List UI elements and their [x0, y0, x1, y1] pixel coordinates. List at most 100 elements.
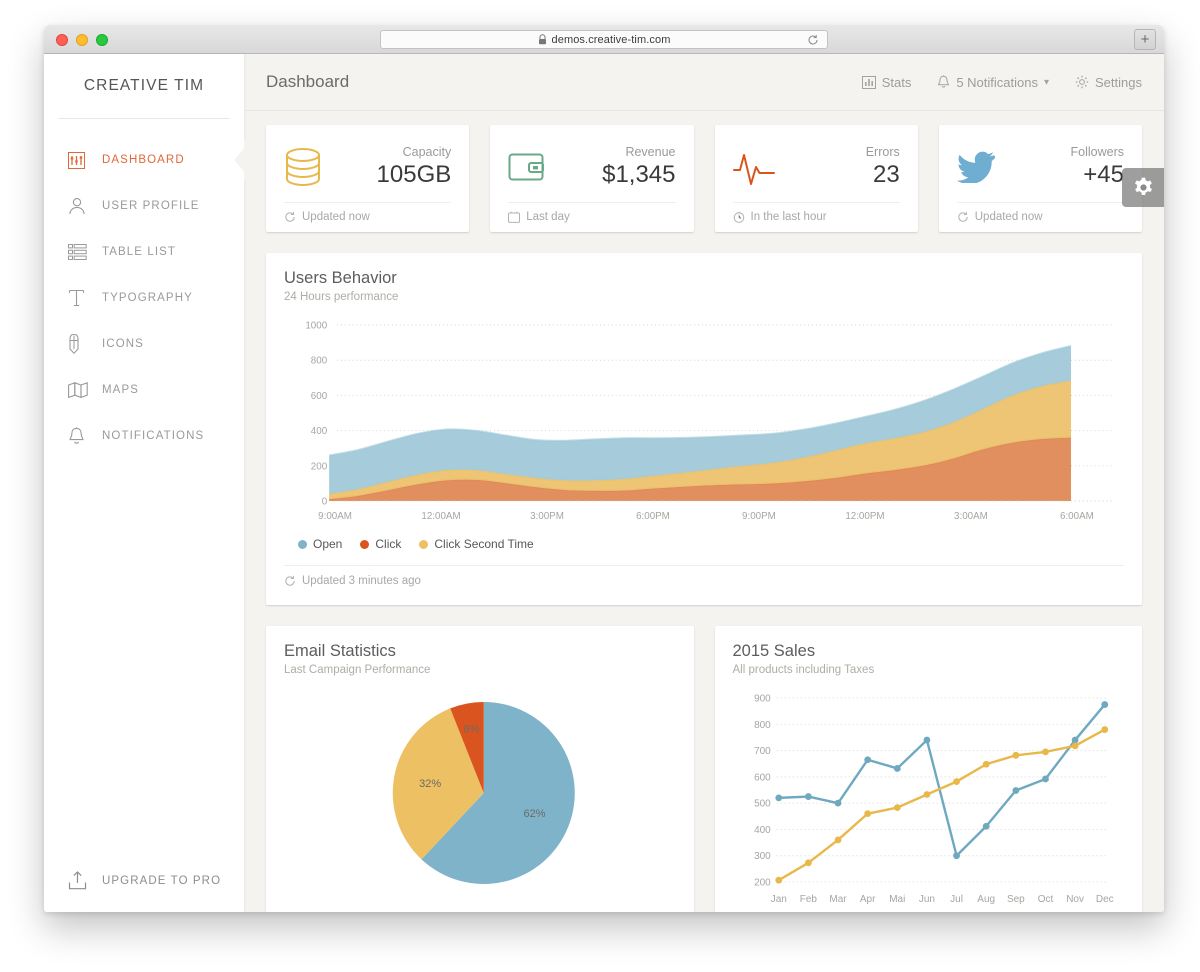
- stat-card-text: Revenue $1,345: [602, 145, 675, 190]
- legend-dot: [360, 539, 370, 549]
- stat-card-label: Errors: [865, 144, 900, 159]
- address-bar[interactable]: demos.creative-tim.com: [380, 30, 828, 49]
- stat-card-footer-text: Last day: [526, 211, 570, 223]
- sidebar: CREATIVE TIM DASHBOARD USER PROFILE TABL…: [44, 54, 256, 912]
- svg-text:Mai: Mai: [889, 894, 905, 905]
- svg-text:Dec: Dec: [1095, 894, 1113, 905]
- sidebar-item-user-profile[interactable]: USER PROFILE: [44, 183, 244, 229]
- stat-card-text: Capacity 105GB: [377, 145, 452, 190]
- stat-card-value: 23: [873, 160, 900, 188]
- upload-icon: [68, 871, 94, 890]
- sidebar-item-label: NOTIFICATIONS: [102, 430, 205, 442]
- svg-text:0: 0: [322, 496, 328, 507]
- stat-card-errors[interactable]: Errors 23 In the last hour: [714, 125, 918, 232]
- svg-text:Apr: Apr: [859, 894, 875, 905]
- sidebar-item-dashboard[interactable]: DASHBOARD: [44, 137, 256, 183]
- card-title: 2015 Sales: [732, 642, 816, 660]
- legend-item-click[interactable]: Click: [360, 537, 401, 551]
- stats-icon: [861, 75, 876, 89]
- svg-text:6:00AM: 6:00AM: [1060, 511, 1094, 522]
- sidebar-item-label: ICONS: [102, 338, 144, 350]
- dashboard-icon: [68, 151, 94, 169]
- line-chart-svg[interactable]: 200 300 400 500 600 700 800 900 Jan Feb Mar Apr Mai J…: [733, 676, 1125, 912]
- sidebar-item-maps[interactable]: MAPS: [44, 367, 244, 413]
- bottom-card-row: Email Statistics Last Campaign Performan…: [266, 626, 1142, 912]
- svg-text:12:00AM: 12:00AM: [421, 511, 460, 522]
- legend-item-open[interactable]: Open: [298, 537, 342, 551]
- svg-text:6:00PM: 6:00PM: [636, 511, 670, 522]
- svg-text:Aug: Aug: [977, 894, 995, 905]
- svg-text:700: 700: [754, 746, 771, 757]
- topnav-link-label: Stats: [881, 74, 912, 90]
- settings-gear-tab[interactable]: [1122, 168, 1164, 207]
- topnav-links: Stats 5 Notifications ▾ Settings: [861, 74, 1142, 90]
- topnav-stats-link[interactable]: Stats: [861, 74, 912, 90]
- sidebar-item-table-list[interactable]: TABLE LIST: [44, 229, 244, 275]
- new-tab-button[interactable]: +: [1134, 29, 1156, 50]
- stat-card-followers[interactable]: Followers +45 Updated now: [938, 125, 1142, 232]
- svg-text:200: 200: [311, 461, 328, 472]
- svg-text:300: 300: [754, 851, 771, 862]
- minimize-window-button[interactable]: [76, 34, 88, 46]
- typography-icon: [68, 289, 94, 307]
- user-icon: [68, 197, 94, 215]
- svg-text:Mar: Mar: [829, 894, 847, 905]
- stat-card-revenue[interactable]: Revenue $1,345 Last day: [490, 125, 694, 232]
- svg-text:600: 600: [311, 391, 328, 402]
- stat-card-label: Capacity: [402, 144, 452, 159]
- users-behavior-chart[interactable]: 0 200 400 600 800 1000 9:00AM 12:00AM 3:00PM 6:00…: [284, 319, 1124, 529]
- svg-text:500: 500: [754, 799, 771, 810]
- refresh-icon: [284, 575, 296, 587]
- svg-text:6%: 6%: [464, 724, 480, 736]
- svg-text:400: 400: [754, 825, 771, 836]
- card-subtitle: 24 Hours performance: [284, 291, 399, 303]
- sidebar-item-typography[interactable]: TYPOGRAPHY: [44, 275, 244, 321]
- email-statistics-card: Email Statistics Last Campaign Performan…: [266, 626, 694, 912]
- svg-text:Jan: Jan: [770, 894, 786, 905]
- map-icon: [68, 382, 94, 398]
- svg-text:Sep: Sep: [1006, 894, 1024, 905]
- brand-title[interactable]: CREATIVE TIM: [44, 54, 244, 110]
- svg-text:32%: 32%: [419, 778, 441, 790]
- stat-card-top: Followers +45: [956, 141, 1124, 193]
- window-controls: [56, 34, 108, 46]
- pie-chart-svg[interactable]: 62% 32% 6%: [284, 676, 676, 912]
- maximize-window-button[interactable]: [96, 34, 108, 46]
- main-area: Dashboard Stats 5 Notifications ▾ Settin…: [244, 54, 1164, 912]
- sidebar-item-label: DASHBOARD: [102, 154, 185, 166]
- brand-divider: [58, 118, 230, 119]
- refresh-icon: [284, 211, 296, 223]
- topnav-notifications-link[interactable]: 5 Notifications ▾: [937, 75, 1049, 90]
- sidebar-item-notifications[interactable]: NOTIFICATIONS: [44, 413, 244, 459]
- chart-legend: Open Click Click Second Time: [284, 537, 1124, 551]
- svg-text:900: 900: [754, 694, 771, 705]
- sidebar-item-icons[interactable]: ICONS: [44, 321, 244, 367]
- page-title: Dashboard: [266, 72, 350, 91]
- legend-item-click-second-time[interactable]: Click Second Time: [419, 537, 534, 551]
- close-window-button[interactable]: [56, 34, 68, 46]
- stat-card-capacity[interactable]: Capacity 105GB Updated now: [266, 125, 470, 232]
- lock-icon: [538, 34, 547, 45]
- topnav-link-label: Settings: [1095, 74, 1142, 90]
- svg-text:600: 600: [754, 772, 771, 783]
- stat-card-top: Capacity 105GB: [284, 141, 451, 193]
- upgrade-to-pro-button[interactable]: UPGRADE TO PRO: [44, 871, 244, 890]
- upgrade-label: UPGRADE TO PRO: [102, 874, 222, 887]
- sidebar-item-label: MAPS: [102, 384, 139, 396]
- app-container: CREATIVE TIM DASHBOARD USER PROFILE TABL…: [44, 54, 1164, 912]
- area-chart-svg: 0 200 400 600 800 1000 9:00AM 12:00AM 3:00PM 6:00…: [305, 320, 1115, 522]
- stat-card-footer: Updated now: [284, 203, 451, 223]
- twitter-icon: [956, 151, 1009, 183]
- browser-titlebar: demos.creative-tim.com +: [44, 25, 1164, 54]
- topnav-settings-link[interactable]: Settings: [1075, 75, 1142, 90]
- svg-text:Feb: Feb: [799, 894, 817, 905]
- svg-text:9:00PM: 9:00PM: [742, 511, 776, 522]
- browser-window: demos.creative-tim.com + CREATIVE TIM DA…: [44, 25, 1164, 912]
- svg-text:400: 400: [311, 426, 328, 437]
- pulse-icon: [732, 149, 785, 185]
- stat-card-row: Capacity 105GB Updated now Revenue $1,34…: [266, 125, 1142, 232]
- svg-text:3:00AM: 3:00AM: [954, 511, 988, 522]
- database-icon: [284, 147, 336, 187]
- reload-icon[interactable]: [807, 34, 819, 46]
- card-title: Email Statistics: [284, 642, 396, 660]
